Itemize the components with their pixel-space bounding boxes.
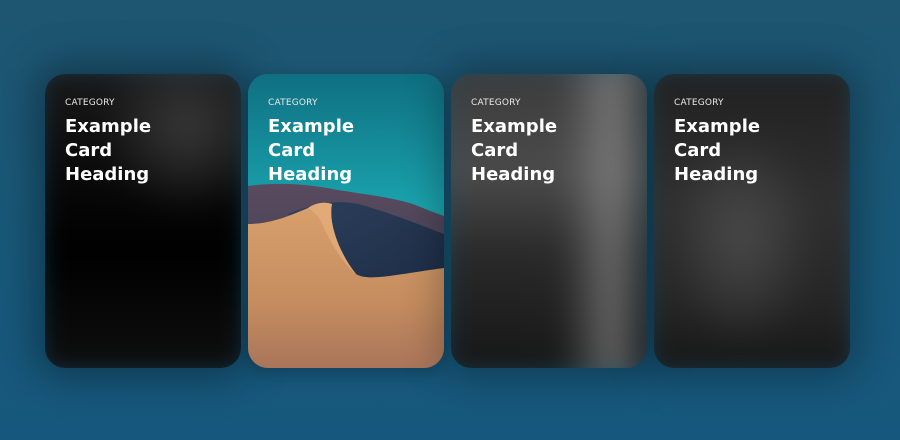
card-2[interactable]: CATEGORY Example Card Heading (248, 74, 444, 368)
card-meta: CATEGORY Example Card Heading (268, 97, 428, 187)
card-row: CATEGORY Example Card Heading CATEGORY E… (0, 0, 900, 440)
card-4[interactable]: CATEGORY Example Card Heading (654, 74, 850, 368)
card-category: CATEGORY (674, 98, 724, 108)
card-1[interactable]: CATEGORY Example Card Heading (45, 74, 241, 368)
card-category: CATEGORY (65, 98, 115, 108)
card-heading: Example Card Heading (65, 116, 152, 185)
card-heading: Example Card Heading (471, 116, 558, 185)
card-meta: CATEGORY Example Card Heading (471, 97, 631, 187)
card-category: CATEGORY (268, 98, 318, 108)
card-meta: CATEGORY Example Card Heading (674, 97, 834, 187)
card-meta: CATEGORY Example Card Heading (65, 97, 225, 187)
card-category: CATEGORY (471, 98, 521, 108)
card-3[interactable]: CATEGORY Example Card Heading (451, 74, 647, 368)
card-heading: Example Card Heading (268, 116, 355, 185)
card-heading: Example Card Heading (674, 116, 761, 185)
